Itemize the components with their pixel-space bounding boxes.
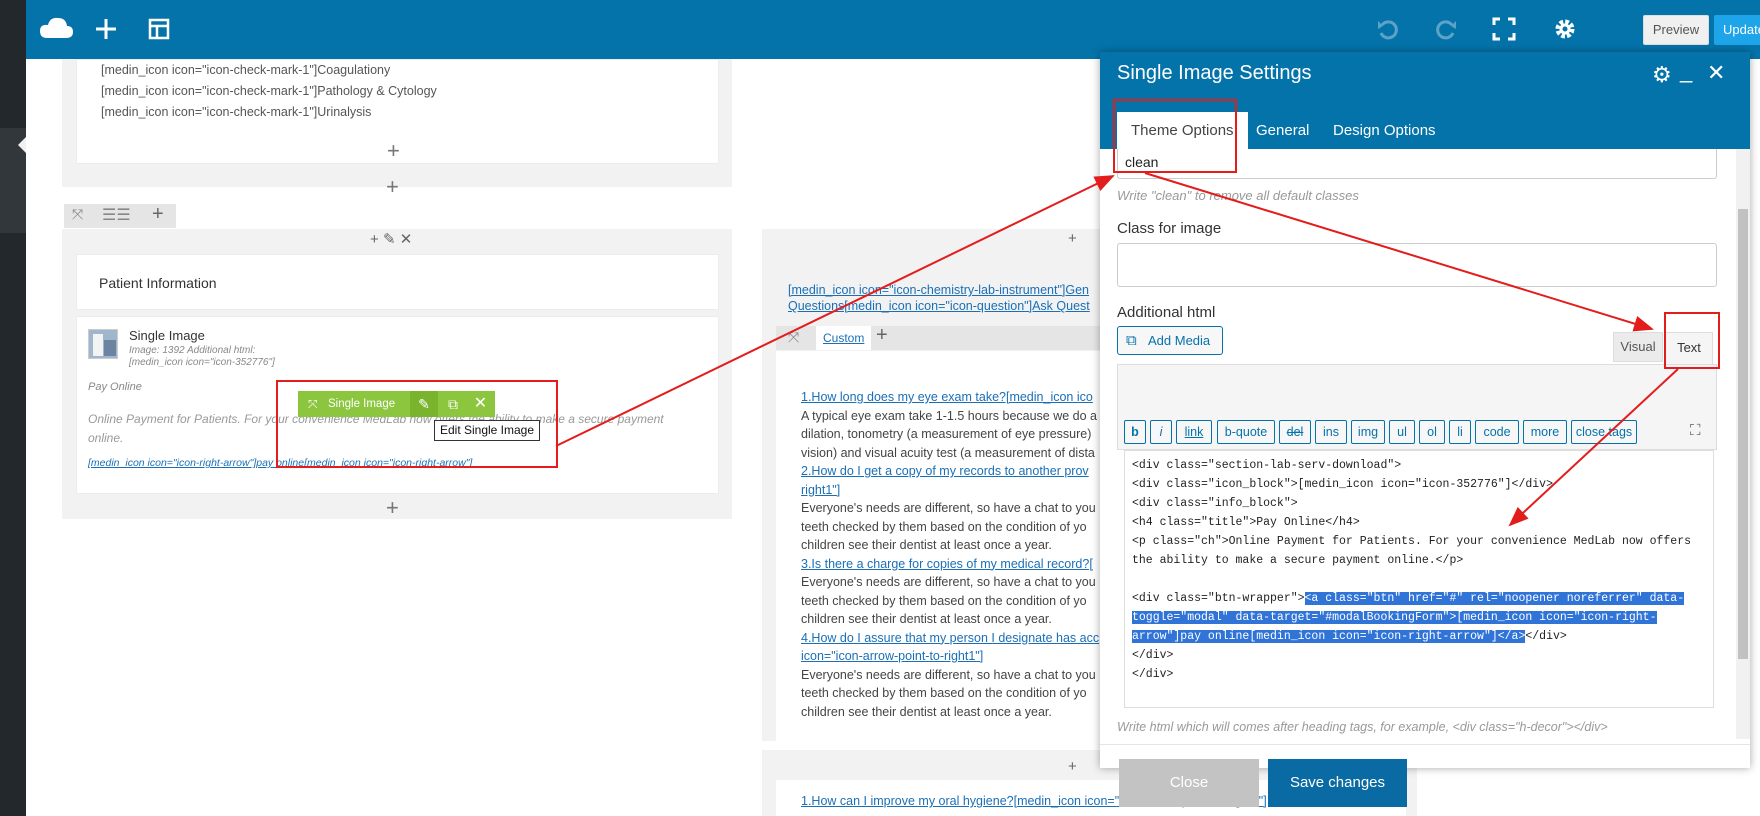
annotation-arrows [555, 172, 1679, 527]
